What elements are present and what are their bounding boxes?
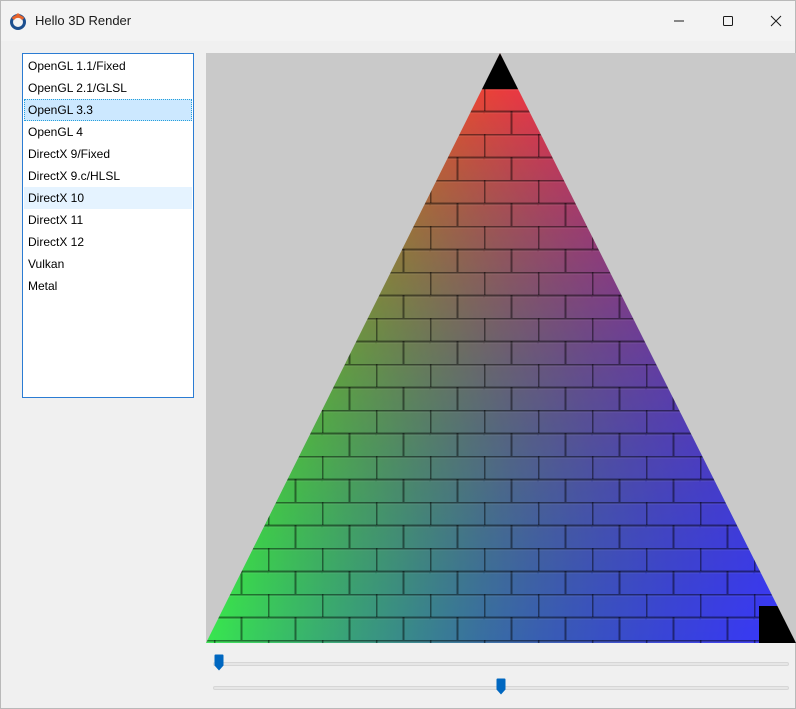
list-item-opengl-3-3[interactable]: OpenGL 3.3 <box>24 99 192 121</box>
list-item-opengl-1-1[interactable]: OpenGL 1.1/Fixed <box>24 55 192 77</box>
title-bar[interactable]: Hello 3D Render <box>1 1 795 41</box>
list-item-label: DirectX 11 <box>28 213 84 227</box>
close-icon <box>770 15 782 27</box>
bottom-slider[interactable] <box>213 678 789 698</box>
top-slider[interactable] <box>213 654 789 674</box>
renderer-list[interactable]: OpenGL 1.1/Fixed OpenGL 2.1/GLSL OpenGL … <box>22 53 194 398</box>
list-item-label: DirectX 12 <box>28 235 85 249</box>
list-item-label: OpenGL 4 <box>28 125 83 139</box>
top-slider-thumb[interactable] <box>214 654 224 671</box>
minimize-icon <box>674 20 684 22</box>
list-item-directx-12[interactable]: DirectX 12 <box>24 231 192 253</box>
list-item-label: OpenGL 2.1/GLSL <box>28 81 127 95</box>
list-item-directx-11[interactable]: DirectX 11 <box>24 209 192 231</box>
list-item-vulkan[interactable]: Vulkan <box>24 253 192 275</box>
top-slider-track[interactable] <box>213 662 789 666</box>
app-ring-icon <box>10 13 26 30</box>
list-item-label: OpenGL 1.1/Fixed <box>28 59 126 73</box>
list-item-label: DirectX 9/Fixed <box>28 147 111 161</box>
app-window: Hello 3D Render OpenGL 1.1/Fixed OpenGL … <box>0 0 796 709</box>
list-item-metal[interactable]: Metal <box>24 275 192 297</box>
list-item-directx-9c-hlsl[interactable]: DirectX 9.c/HLSL <box>24 165 192 187</box>
bottom-slider-thumb[interactable] <box>496 678 506 695</box>
list-item-directx-10[interactable]: DirectX 10 <box>24 187 192 209</box>
list-item-opengl-2-1[interactable]: OpenGL 2.1/GLSL <box>24 77 192 99</box>
maximize-icon <box>723 16 733 26</box>
list-item-label: Vulkan <box>28 257 65 271</box>
rendered-triangle <box>206 53 796 643</box>
render-viewport[interactable] <box>206 53 796 643</box>
maximize-button[interactable] <box>705 1 751 41</box>
minimize-button[interactable] <box>656 1 702 41</box>
list-item-label: DirectX 9.c/HLSL <box>28 169 121 183</box>
list-item-opengl-4[interactable]: OpenGL 4 <box>24 121 192 143</box>
list-item-directx-9-fixed[interactable]: DirectX 9/Fixed <box>24 143 192 165</box>
list-item-label: DirectX 10 <box>28 191 85 205</box>
close-button[interactable] <box>753 1 796 41</box>
list-item-label: Metal <box>28 279 58 293</box>
list-item-label: OpenGL 3.3 <box>28 103 93 117</box>
window-title: Hello 3D Render <box>35 13 132 28</box>
